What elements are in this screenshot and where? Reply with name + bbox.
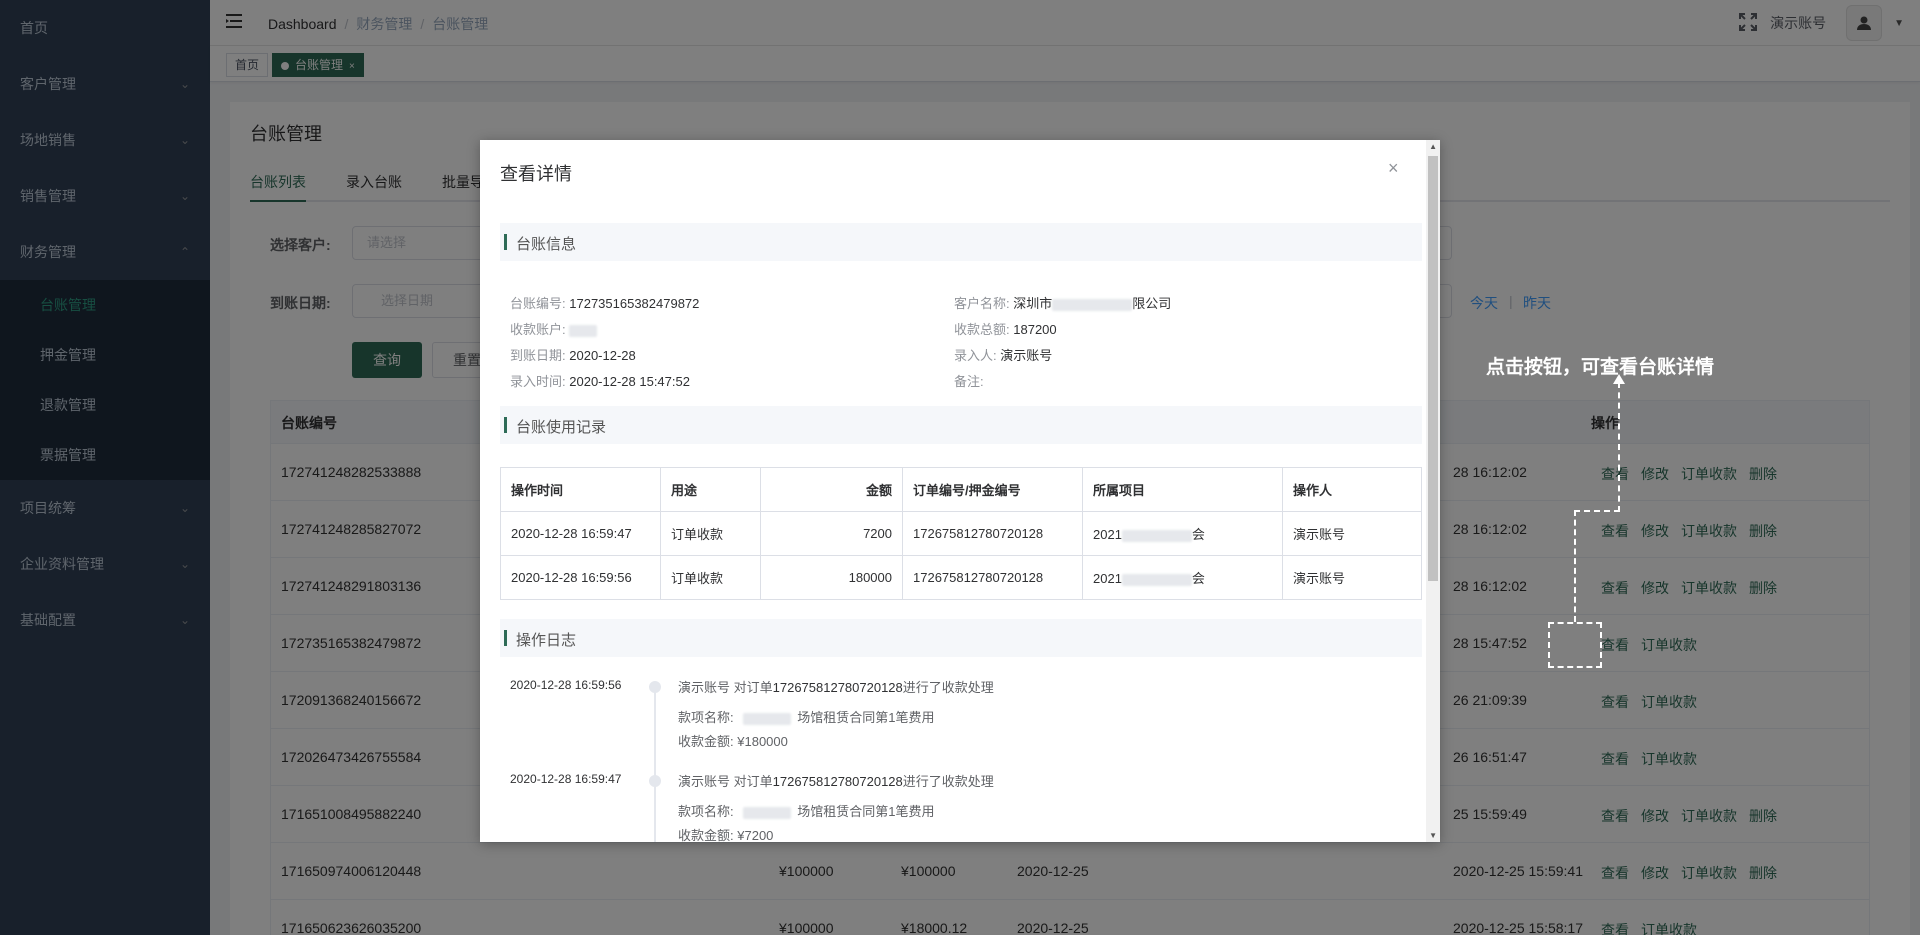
field-label: 备注: [954,374,984,389]
account-field: 收款账户: [510,319,598,338]
section-title: 台账使用记录 [516,419,607,436]
redacted-text [743,806,792,819]
field-value: 演示账号 [1000,348,1053,363]
scroll-down-icon[interactable]: ▼ [1429,831,1437,840]
log-order: 172675812780720128 [772,774,903,789]
log-amount-value: ¥180000 [737,734,788,749]
cell-purpose: 订单收款 [660,555,761,600]
entered-by-field: 录入人: 演示账号 [954,345,1052,364]
dialog-scrollbar[interactable]: ▲ ▼ [1426,140,1440,842]
cell-order: 172675812780720128 [902,555,1083,600]
table-header-row: 操作时间 用途 金额 订单编号/押金编号 所属项目 操作人 [500,467,1422,512]
column-header: 操作人 [1282,467,1422,512]
field-label: 台账编号: [510,296,566,311]
cell-operator: 演示账号 [1282,511,1422,556]
scrollbar-thumb[interactable] [1428,156,1438,581]
cell-amount: 180000 [760,555,903,600]
section-title: 操作日志 [516,632,577,649]
log-action-suffix: 进行了收款处理 [902,680,994,695]
timeline-line [654,686,656,842]
cell-time: 2020-12-28 16:59:56 [500,555,661,600]
section-operation-log: 操作日志 [500,619,1422,657]
entry-time-field: 录入时间: 2020-12-28 15:47:52 [510,371,690,390]
log-action-suffix: 进行了收款处理 [902,774,994,789]
cell-operator: 演示账号 [1282,555,1422,600]
total-field: 收款总额: 187200 [954,319,1057,338]
log-amount-label: 收款金额: [678,828,734,842]
log-item: 款项名称: 场馆租赁合同第1笔费用 [678,707,934,726]
redacted-text [1052,298,1133,311]
project-prefix: 2021 [1093,571,1122,586]
timeline-dot [649,681,661,693]
log-item-label: 款项名称: [678,710,734,725]
field-label: 录入人: [954,348,997,363]
cell-time: 2020-12-28 16:59:47 [500,511,661,556]
field-value: 187200 [1013,322,1057,337]
project-prefix: 2021 [1093,527,1122,542]
log-time: 2020-12-28 16:59:56 [510,678,622,692]
field-label: 录入时间: [510,374,566,389]
annotation-path [1574,510,1620,622]
redacted-text [569,324,598,337]
log-amount-value: ¥7200 [737,828,774,842]
cell-order: 172675812780720128 [902,511,1083,556]
remark-field: 备注: [954,371,984,390]
log-time: 2020-12-28 16:59:47 [510,772,622,786]
redacted-text [1121,529,1192,542]
column-header: 订单编号/押金编号 [902,467,1083,512]
log-item-value: 场馆租赁合同第1笔费用 [797,804,935,819]
section-title: 台账信息 [516,236,577,253]
arrival-date-field: 到账日期: 2020-12-28 [510,345,636,364]
field-label: 收款总额: [954,322,1010,337]
table-row: 2020-12-28 16:59:47 订单收款 7200 1726758127… [500,511,1422,556]
cell-project: 2021 会 [1082,511,1283,556]
cell-purpose: 订单收款 [660,511,761,556]
scroll-up-icon[interactable]: ▲ [1429,142,1437,151]
log-item: 款项名称: 场馆租赁合同第1笔费用 [678,801,934,820]
field-value: 限公司 [1132,296,1172,311]
cell-project: 2021 会 [1082,555,1283,600]
log-action: 演示账号 对订单172675812780720128进行了收款处理 [678,771,994,790]
usage-table: 操作时间 用途 金额 订单编号/押金编号 所属项目 操作人 2020-12-28… [500,467,1422,600]
redacted-text [1121,573,1192,586]
customer-name-field: 客户名称: 深圳市 限公司 [954,293,1171,312]
log-item-value: 场馆租赁合同第1笔费用 [797,710,935,725]
detail-dialog: 查看详情 × 台账信息 台账编号: 172735165382479872 客户名… [480,140,1440,842]
project-suffix: 会 [1191,571,1205,586]
redacted-text [743,712,792,725]
dialog-title: 查看详情 [500,164,572,184]
field-value: 172735165382479872 [569,296,700,311]
log-amount: 收款金额: ¥7200 [678,825,773,842]
log-amount-label: 收款金额: [678,734,734,749]
section-ledger-info: 台账信息 [500,223,1422,261]
log-action: 演示账号 对订单172675812780720128进行了收款处理 [678,677,994,696]
field-label: 收款账户: [510,322,566,337]
close-icon[interactable]: × [1388,158,1399,179]
project-suffix: 会 [1191,527,1205,542]
annotation-highlight-box [1548,622,1602,668]
field-value: 2020-12-28 [569,348,636,363]
column-header: 金额 [760,467,903,512]
table-row: 2020-12-28 16:59:56 订单收款 180000 17267581… [500,555,1422,600]
annotation-text: 点击按钮，可查看台账详情 [1486,356,1715,378]
column-header: 操作时间 [500,467,661,512]
timeline-dot [649,775,661,787]
log-amount: 收款金额: ¥180000 [678,731,788,750]
column-header: 所属项目 [1082,467,1283,512]
log-item-label: 款项名称: [678,804,734,819]
ledger-no-field: 台账编号: 172735165382479872 [510,293,699,312]
log-action-prefix: 演示账号 对订单 [678,774,773,789]
annotation-path [1618,382,1620,512]
field-label: 客户名称: [954,296,1010,311]
field-label: 到账日期: [510,348,566,363]
column-header: 用途 [660,467,761,512]
cell-amount: 7200 [760,511,903,556]
log-action-prefix: 演示账号 对订单 [678,680,773,695]
field-value: 2020-12-28 15:47:52 [569,374,690,389]
section-usage-records: 台账使用记录 [500,406,1422,444]
log-order: 172675812780720128 [772,680,903,695]
field-value: 深圳市 [1013,296,1053,311]
